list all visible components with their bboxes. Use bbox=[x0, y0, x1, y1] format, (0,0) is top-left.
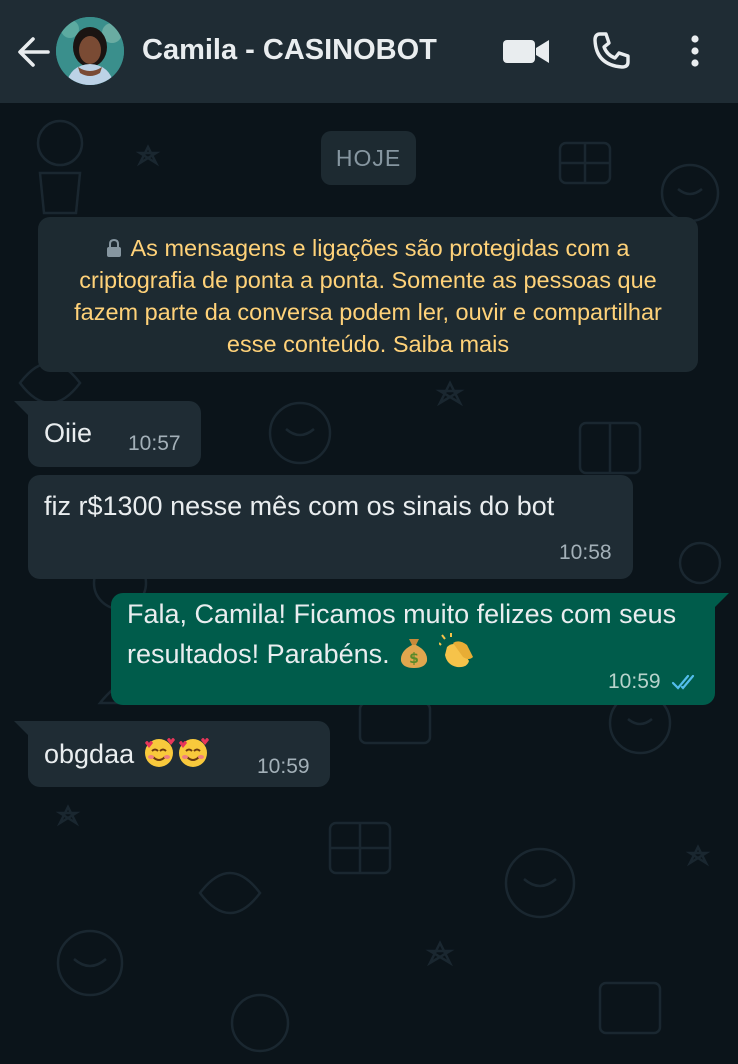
money-bag-emoji: $ bbox=[401, 639, 428, 668]
smiling-face-with-hearts-emoji bbox=[144, 738, 175, 767]
message-bubble-incoming[interactable]: fiz r$1300 nesse mês com os sinais do bo… bbox=[28, 475, 633, 579]
arrow-left-icon[interactable] bbox=[14, 33, 52, 71]
encryption-notice[interactable]: As mensagens e ligações são protegidas c… bbox=[38, 217, 698, 372]
svg-text:$: $ bbox=[409, 651, 419, 667]
encryption-text: As mensagens e ligações são protegidas c… bbox=[74, 235, 662, 357]
message-text: Oiie bbox=[44, 418, 93, 448]
chat-area[interactable]: HOJE As mensagens e ligações são protegi… bbox=[0, 103, 738, 1064]
message-time: 10:57 bbox=[128, 432, 181, 455]
smiling-face-with-hearts-emoji bbox=[178, 738, 209, 767]
bubble-tail bbox=[713, 593, 729, 609]
contact-name[interactable]: Camila - CASINOBOT bbox=[142, 30, 472, 70]
chat-header: Camila - CASINOBOT bbox=[0, 0, 738, 103]
message-bubble-incoming[interactable]: obgdaa 10:59 bbox=[28, 721, 330, 787]
message-time: 10:59 bbox=[608, 670, 661, 693]
more-vertical-icon[interactable] bbox=[680, 30, 710, 72]
video-camera-icon[interactable] bbox=[500, 30, 552, 72]
phone-icon[interactable] bbox=[590, 30, 632, 72]
message-time: 10:58 bbox=[559, 541, 612, 564]
lock-icon bbox=[107, 239, 122, 257]
message-text: fiz r$1300 nesse mês com os sinais do bo… bbox=[44, 491, 555, 521]
message-text: obgdaa bbox=[44, 739, 135, 769]
clapping-hands-emoji bbox=[438, 633, 473, 668]
message-time: 10:59 bbox=[257, 755, 310, 778]
date-separator: HOJE bbox=[321, 131, 416, 185]
message-bubble-incoming[interactable]: Oiie 10:57 bbox=[28, 401, 201, 467]
avatar[interactable] bbox=[56, 17, 124, 85]
message-bubble-outgoing[interactable]: Fala, Camila! Ficamos muito felizes com … bbox=[111, 593, 715, 705]
read-receipt-icon bbox=[671, 674, 695, 690]
avatar-image bbox=[56, 17, 124, 85]
